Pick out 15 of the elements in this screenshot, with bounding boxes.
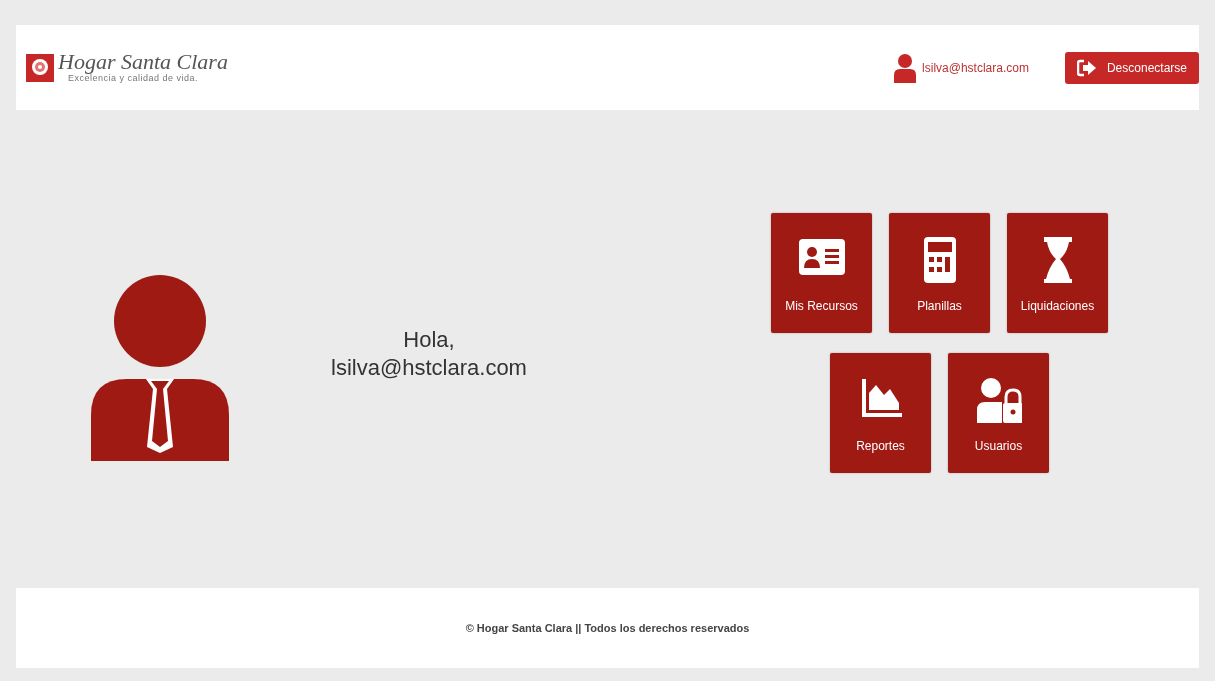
greeting-email: lsilva@hstclara.com bbox=[331, 354, 527, 382]
copyright-text: © Hogar Santa Clara || Todos los derechos reservados bbox=[465, 620, 750, 636]
user-icon bbox=[894, 52, 917, 83]
menu-tile[interactable]: Reportes bbox=[830, 353, 931, 473]
logout-icon bbox=[1076, 58, 1097, 77]
menu-tile[interactable]: Liquidaciones bbox=[1007, 213, 1108, 333]
user-lock-icon bbox=[975, 377, 1022, 423]
user-email: lsilva@hstclara.com bbox=[922, 59, 1029, 77]
menu-tile[interactable]: Planillas bbox=[889, 213, 990, 333]
tagline: Excelencia y calidad de vida. bbox=[68, 73, 200, 84]
brand-name: Hogar Santa Clara bbox=[58, 51, 228, 73]
menu-tile[interactable]: Mis Recursos bbox=[771, 213, 872, 333]
menu-tile[interactable]: Usuarios bbox=[948, 353, 1049, 473]
logout-button[interactable]: Desconectarse bbox=[1064, 51, 1199, 84]
greeting-text: Hola, bbox=[403, 326, 455, 354]
